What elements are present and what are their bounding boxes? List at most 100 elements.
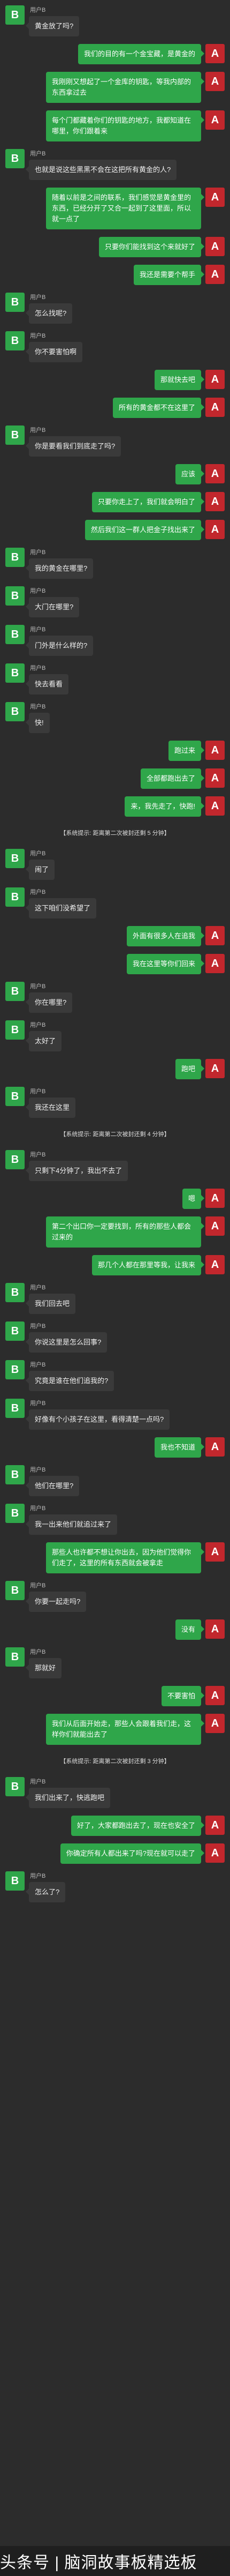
avatar-a[interactable]: A (205, 265, 225, 284)
message-bubble[interactable]: 那就快去吧 (154, 370, 205, 390)
avatar-a[interactable]: A (205, 1843, 225, 1863)
avatar-b[interactable]: B (5, 1150, 25, 1169)
message-bubble[interactable]: 每个门都藏着你们的钥匙的地方，我都知道在哪里，你们跟着来 (46, 110, 204, 141)
message-bubble[interactable]: 嗯 (182, 1189, 205, 1209)
message-bubble[interactable]: 那就好 (25, 1658, 62, 1678)
avatar-a[interactable]: A (205, 1816, 225, 1835)
avatar-a[interactable]: A (205, 72, 225, 91)
message-bubble[interactable]: 跑吧 (175, 1059, 205, 1079)
avatar-b[interactable]: B (5, 887, 25, 907)
avatar-b[interactable]: B (5, 1360, 25, 1379)
avatar-b[interactable]: B (5, 331, 25, 350)
avatar-a[interactable]: A (205, 464, 225, 483)
message-bubble[interactable]: 我们回去吧 (25, 1294, 76, 1314)
message-bubble[interactable]: 你确定所有人都出来了吗?现在就可以走了 (60, 1843, 205, 1864)
avatar-b[interactable]: B (5, 1647, 25, 1667)
message-bubble[interactable]: 第二个出口你一定要找到，所有的那些人都会过来的 (46, 1216, 204, 1248)
message-bubble[interactable]: 黄金放了吗? (25, 16, 80, 36)
avatar-a[interactable]: A (205, 1686, 225, 1705)
message-bubble[interactable]: 只要你走上了，我们就会明白了 (91, 492, 205, 512)
avatar-b[interactable]: B (5, 849, 25, 868)
message-bubble[interactable]: 大门在哪里? (25, 597, 80, 617)
message-bubble[interactable]: 好了，大家都跑出去了，现在也安全了 (71, 1816, 205, 1836)
message-bubble[interactable]: 那几个人都在那里等我，让我来 (91, 1255, 205, 1275)
avatar-b[interactable]: B (5, 1871, 25, 1891)
message-bubble[interactable]: 我们出来了，快逃跑吧 (25, 1788, 111, 1808)
avatar-b[interactable]: B (5, 1321, 25, 1341)
message-bubble[interactable]: 不要害怕 (161, 1686, 205, 1706)
avatar-b[interactable]: B (5, 425, 25, 445)
message-bubble[interactable]: 怎么找呢? (25, 303, 73, 324)
avatar-b[interactable]: B (5, 1581, 25, 1600)
avatar-b[interactable]: B (5, 1504, 25, 1523)
avatar-b[interactable]: B (5, 5, 25, 25)
message-bubble[interactable]: 只剩下4分钟了，我出不去了 (25, 1161, 128, 1181)
message-bubble[interactable]: 那些人也许都不想让你出去，因为他们觉得你们走了，这里的所有东西就会被拿走 (46, 1542, 204, 1573)
message-bubble[interactable]: 应该 (175, 464, 205, 484)
avatar-b[interactable]: B (5, 1465, 25, 1484)
avatar-a[interactable]: A (205, 1059, 225, 1078)
message-bubble[interactable]: 我刚刚又想起了一个金库的钥匙，等我内部的东西拿过去 (46, 72, 204, 103)
message-bubble[interactable]: 来，我先走了，快跑! (125, 796, 204, 817)
avatar-b[interactable]: B (5, 293, 25, 312)
avatar-b[interactable]: B (5, 1020, 25, 1040)
message-bubble[interactable]: 随着以前是之间的联系，我们感觉是黄金里的东西，已经分开了又合一起到了这里面，所以… (46, 188, 204, 229)
message-bubble[interactable]: 你是要看我们到底走了吗? (25, 436, 121, 457)
avatar-b[interactable]: B (5, 663, 25, 683)
message-bubble[interactable]: 全部都跑出去了 (140, 768, 205, 789)
message-bubble[interactable]: 你不要害怕啊 (25, 342, 83, 362)
message-bubble[interactable]: 没有 (175, 1619, 205, 1640)
message-bubble[interactable]: 也就是说这些黑黑不会在这把所有黄金的人? (25, 160, 177, 180)
message-bubble[interactable]: 我的黄金在哪里? (25, 558, 94, 579)
message-bubble[interactable]: 究竟是谁在他们追我的? (25, 1371, 114, 1391)
message-bubble[interactable]: 我还在这里 (25, 1097, 76, 1118)
message-bubble[interactable]: 我还是需要个帮手 (133, 265, 205, 285)
message-bubble[interactable]: 我一出来他们就追过来了 (25, 1514, 118, 1535)
message-bubble[interactable]: 他们在哪里? (25, 1476, 80, 1496)
avatar-a[interactable]: A (205, 110, 225, 130)
message-bubble[interactable]: 跑过来 (168, 741, 205, 761)
avatar-b[interactable]: B (5, 625, 25, 644)
message-bubble[interactable]: 快去看看 (25, 674, 69, 695)
avatar-a[interactable]: A (205, 492, 225, 511)
avatar-a[interactable]: A (205, 1714, 225, 1733)
avatar-a[interactable]: A (205, 741, 225, 760)
message-bubble[interactable]: 我们从后面开始走，那些人会跟着我们走，这样你们就能出去了 (46, 1714, 204, 1745)
message-bubble[interactable]: 你要一起走吗? (25, 1592, 87, 1612)
avatar-a[interactable]: A (205, 237, 225, 256)
message-bubble[interactable]: 你说这里是怎么回事? (25, 1332, 108, 1353)
avatar-a[interactable]: A (205, 796, 225, 816)
avatar-b[interactable]: B (5, 1283, 25, 1302)
avatar-b[interactable]: B (5, 1777, 25, 1796)
avatar-a[interactable]: A (205, 370, 225, 389)
message-bubble[interactable]: 这下咱们没希望了 (25, 898, 97, 919)
message-bubble[interactable]: 快! (26, 713, 50, 733)
avatar-a[interactable]: A (205, 1189, 225, 1208)
message-bubble[interactable]: 然后我们这一群人把金子找出来了 (85, 520, 205, 540)
avatar-b[interactable]: B (5, 982, 25, 1001)
avatar-a[interactable]: A (205, 1542, 225, 1562)
message-bubble[interactable]: 怎么了? (25, 1882, 66, 1902)
avatar-a[interactable]: A (205, 44, 225, 63)
avatar-a[interactable]: A (205, 926, 225, 945)
avatar-b[interactable]: B (5, 548, 25, 567)
avatar-a[interactable]: A (205, 954, 225, 973)
message-bubble[interactable]: 所有的黄金都不在这里了 (112, 398, 205, 418)
message-bubble[interactable]: 好像有个小孩子在这里，看得清楚一点吗? (25, 1409, 170, 1430)
avatar-b[interactable]: B (5, 1399, 25, 1418)
avatar-a[interactable]: A (205, 1437, 225, 1457)
avatar-a[interactable]: A (205, 520, 225, 539)
message-bubble[interactable]: 门外是什么样的? (25, 636, 94, 656)
avatar-a[interactable]: A (205, 398, 225, 417)
message-bubble[interactable]: 我也不知道 (154, 1437, 205, 1458)
avatar-a[interactable]: A (205, 188, 225, 207)
avatar-b[interactable]: B (5, 702, 25, 721)
message-bubble[interactable]: 外面有很多人在追我 (126, 926, 205, 946)
avatar-b[interactable]: B (5, 1087, 25, 1106)
message-bubble[interactable]: 我们的目的有一个金宝藏，是黄金的 (78, 44, 205, 64)
avatar-b[interactable]: B (5, 586, 25, 606)
avatar-a[interactable]: A (205, 1255, 225, 1274)
avatar-a[interactable]: A (205, 768, 225, 788)
avatar-a[interactable]: A (205, 1619, 225, 1639)
message-bubble[interactable]: 你在哪里? (25, 992, 73, 1013)
